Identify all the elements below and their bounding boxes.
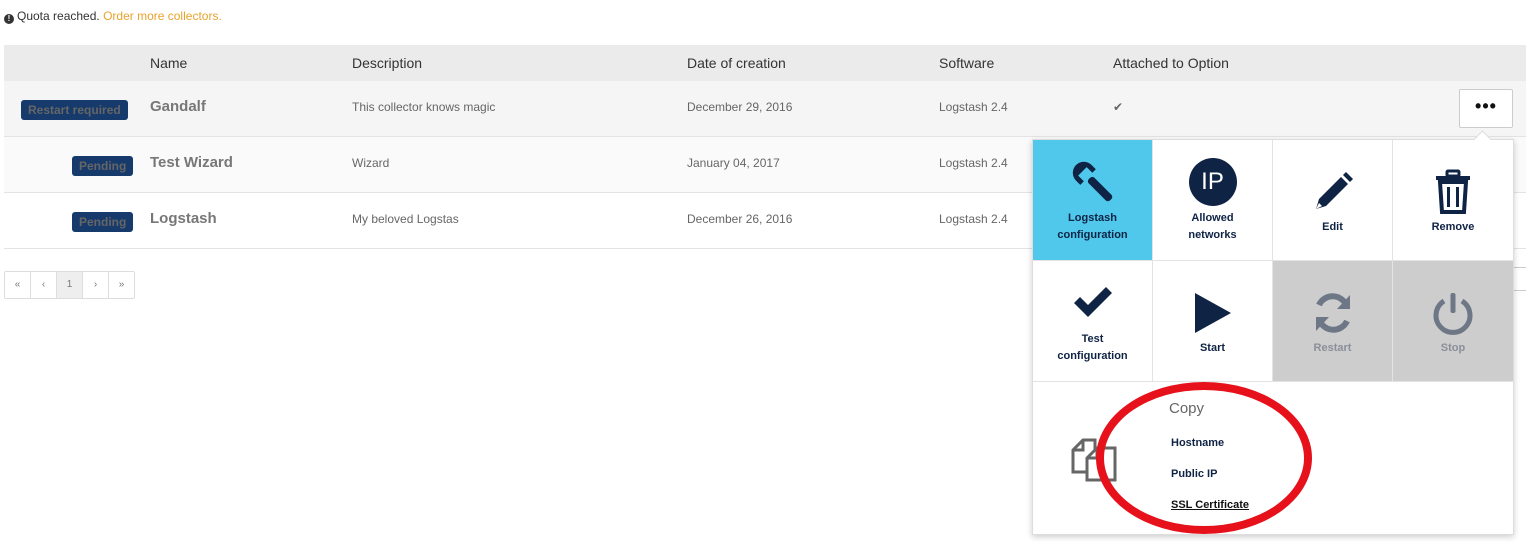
tile-label: Stop xyxy=(1440,342,1466,354)
refresh-icon xyxy=(1273,287,1392,339)
allowed-networks-tile[interactable]: IP Allowed networks xyxy=(1153,140,1273,261)
page-first-button[interactable]: « xyxy=(5,272,31,298)
table-row[interactable]: Restart required Gandalf This collector … xyxy=(4,81,1526,137)
ip-icon: IP xyxy=(1153,156,1272,208)
collector-date: December 26, 2016 xyxy=(687,212,793,226)
tile-label: Test configuration xyxy=(1057,333,1128,362)
collector-name[interactable]: Gandalf xyxy=(150,98,206,115)
header-date[interactable]: Date of creation xyxy=(687,55,786,71)
tile-label: Restart xyxy=(1313,342,1352,354)
header-name[interactable]: Name xyxy=(150,55,187,71)
play-icon xyxy=(1153,287,1272,339)
status-badge: Restart required xyxy=(21,100,128,120)
collector-name[interactable]: Test Wizard xyxy=(150,154,233,171)
header-description[interactable]: Description xyxy=(352,55,422,71)
tile-label: Allowed networks xyxy=(1188,212,1237,241)
check-icon: ✔ xyxy=(1113,100,1124,114)
more-actions-button[interactable]: ••• xyxy=(1459,89,1513,128)
collector-date: December 29, 2016 xyxy=(687,100,793,114)
stop-tile[interactable]: Stop xyxy=(1393,261,1513,382)
collector-software: Logstash 2.4 xyxy=(939,156,1008,170)
quota-notice: ! Quota reached. Order more collectors. xyxy=(4,9,222,24)
trash-icon xyxy=(1393,166,1513,218)
collector-date: January 04, 2017 xyxy=(687,156,780,170)
collector-description: Wizard xyxy=(352,156,390,170)
red-highlight-circle xyxy=(1096,382,1312,534)
remove-tile[interactable]: Remove xyxy=(1393,140,1513,261)
quota-text: Quota reached. xyxy=(17,9,100,23)
collector-software: Logstash 2.4 xyxy=(939,100,1008,114)
table-header: Name Description Date of creation Softwa… xyxy=(4,45,1526,81)
header-software[interactable]: Software xyxy=(939,55,994,71)
restart-tile[interactable]: Restart xyxy=(1273,261,1393,382)
tile-label: Edit xyxy=(1322,221,1343,233)
wrench-icon xyxy=(1033,156,1152,208)
order-collectors-link[interactable]: Order more collectors. xyxy=(103,9,222,23)
edit-tile[interactable]: Edit xyxy=(1273,140,1393,261)
header-attached[interactable]: Attached to Option xyxy=(1113,55,1229,71)
actions-grid: Logstash configuration IP Allowed networks… xyxy=(1033,140,1513,382)
power-icon xyxy=(1393,287,1513,339)
start-tile[interactable]: Start xyxy=(1153,261,1273,382)
tile-label: Start xyxy=(1199,342,1226,354)
exclamation-circle-icon: ! xyxy=(4,14,14,24)
collector-software: Logstash 2.4 xyxy=(939,212,1008,226)
tile-label: Logstash configuration xyxy=(1057,212,1128,241)
collector-description: My beloved Logstas xyxy=(352,212,459,226)
collector-name[interactable]: Logstash xyxy=(150,210,217,227)
page-number-button[interactable]: 1 xyxy=(57,272,83,298)
page-last-button[interactable]: » xyxy=(109,272,134,298)
tile-label: Remove xyxy=(1431,221,1475,233)
status-badge: Pending xyxy=(72,156,134,176)
pencil-icon xyxy=(1273,166,1392,218)
collector-description: This collector knows magic xyxy=(352,100,496,114)
test-configuration-tile[interactable]: Test configuration xyxy=(1033,261,1153,382)
pagination: « ‹ 1 › » xyxy=(4,271,135,299)
page-prev-button[interactable]: ‹ xyxy=(31,272,57,298)
status-badge: Pending xyxy=(72,212,134,232)
partial-input[interactable] xyxy=(1512,267,1526,291)
logstash-configuration-tile[interactable]: Logstash configuration xyxy=(1033,140,1153,261)
page-next-button[interactable]: › xyxy=(83,272,109,298)
check-icon xyxy=(1033,277,1152,329)
